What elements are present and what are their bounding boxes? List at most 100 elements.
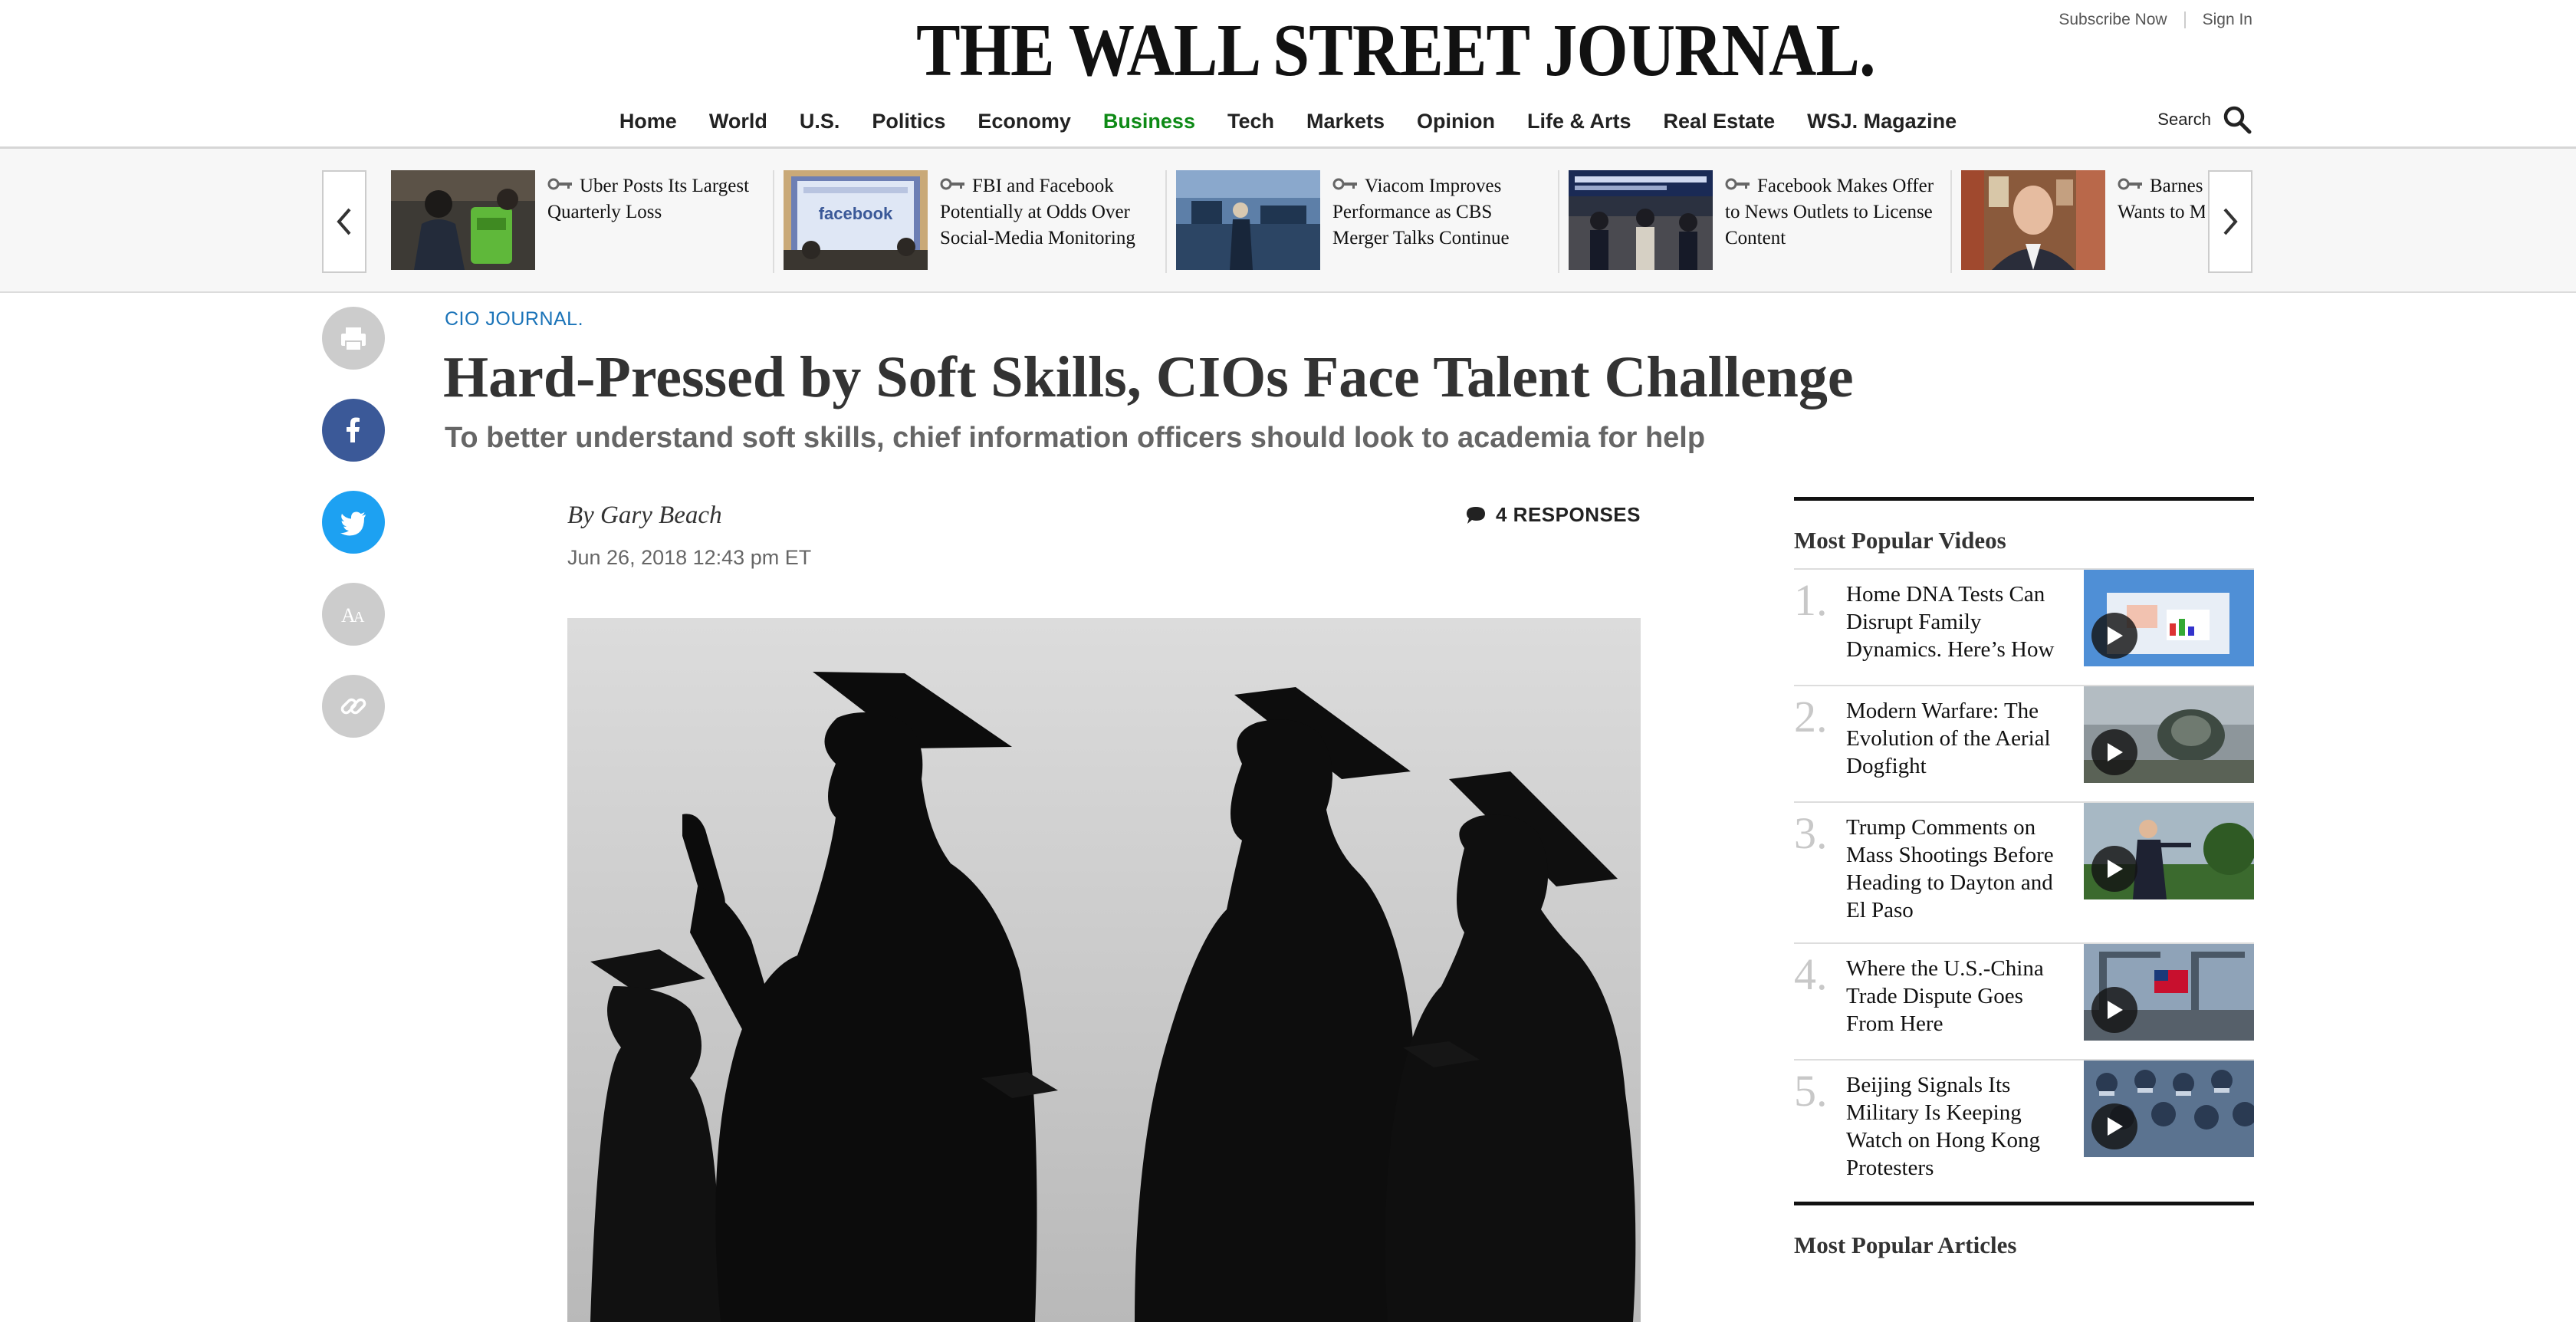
carousel-card[interactable]: Barnes & Noble CEO Wants to Make Your Lo… [1952,170,2205,273]
video-rank: 5. [1794,1066,1828,1116]
video-title[interactable]: Where the U.S.-China Trade Dispute Goes … [1846,952,2076,1053]
copy-link-button[interactable] [322,675,385,738]
chevron-left-icon [337,208,351,235]
facebook-hearing-photo: facebook [784,170,928,270]
nav-life-arts[interactable]: Life & Arts [1511,110,1648,133]
play-icon [2108,743,2123,761]
video-rank: 3. [1794,808,1828,858]
carousel-card-text: Barnes & Noble CEO Wants to Make Your Lo… [2118,170,2205,273]
video-title[interactable]: Trump Comments on Mass Shootings Before … [1846,811,2076,936]
nav-us[interactable]: U.S. [784,110,856,133]
headline-carousel: Uber Posts Its Largest Quarterly Loss fa… [0,149,2576,293]
wsj-logo[interactable]: THE WALL STREET JOURNAL. [916,6,1875,95]
responses-link[interactable]: 4 RESPONSES [1465,503,1641,527]
carousel-card-title: Viacom Improves Performance as CBS Merge… [1332,176,1510,248]
twitter-share-button[interactable] [322,491,385,554]
video-rank: 4. [1794,949,1828,999]
responses-count: 4 RESPONSES [1495,503,1641,526]
play-button[interactable] [2091,1103,2137,1149]
video-title[interactable]: Modern Warfare: The Evolution of the Aer… [1846,694,2076,795]
subscriber-key-icon [1725,178,1750,190]
video-thumbnail[interactable] [2084,944,2254,1041]
carousel-cards: Uber Posts Its Largest Quarterly Loss fa… [382,170,2205,273]
video-rank: 2. [1794,692,1828,742]
stock-exchange-photo [1176,170,1320,270]
play-button[interactable] [2091,987,2137,1033]
subscribe-link[interactable]: Subscribe Now [2058,11,2167,29]
facebook-share-button[interactable] [322,399,385,462]
most-popular-sidebar: Most Popular Videos 1. Home DNA Tests Ca… [1794,497,2254,1273]
video-title[interactable]: Beijing Signals Its Military Is Keeping … [1846,1068,2076,1194]
divider [1794,1202,2254,1205]
svg-text:A: A [353,609,365,626]
play-icon [2108,1001,2123,1019]
play-icon [2108,1117,2123,1136]
article-byline[interactable]: By Gary Beach [567,502,722,530]
nav-home[interactable]: Home [603,110,693,133]
nav-business[interactable]: Business [1087,110,1211,133]
article-dek: To better understand soft skills, chief … [445,422,1706,454]
nav-real-estate[interactable]: Real Estate [1648,110,1792,133]
search-icon [2223,106,2252,134]
video-item[interactable]: 5. Beijing Signals Its Military Is Keepi… [1794,1059,2254,1194]
newsroom-photo [1569,170,1713,270]
video-rank: 1. [1794,575,1828,625]
utility-links: Subscribe Now Sign In [2058,11,2252,29]
sign-in-link[interactable]: Sign In [2203,11,2252,29]
most-popular-articles-title: Most Popular Articles [1794,1232,2017,1258]
nav-wsj-magazine[interactable]: WSJ. Magazine [1791,110,1973,133]
nav-markets[interactable]: Markets [1290,110,1401,133]
play-button[interactable] [2091,613,2137,659]
carousel-prev-button[interactable] [322,170,366,273]
video-item[interactable]: 2. Modern Warfare: The Evolution of the … [1794,685,2254,795]
subscriber-key-icon [940,178,964,190]
svg-text:facebook: facebook [819,204,893,223]
carousel-card[interactable]: Uber Posts Its Largest Quarterly Loss [382,170,774,273]
uber-eats-photo [391,170,535,270]
video-title[interactable]: Home DNA Tests Can Disrupt Family Dynami… [1846,577,2076,679]
section-kicker[interactable]: CIO JOURNAL. [445,308,583,330]
twitter-icon [340,511,366,536]
video-thumbnail[interactable] [2084,803,2254,899]
carousel-card[interactable]: Viacom Improves Performance as CBS Merge… [1167,170,1559,273]
ceo-portrait-photo [1961,170,2105,270]
divider [2183,12,2186,28]
print-button[interactable] [322,307,385,370]
carousel-next-button[interactable] [2208,170,2252,273]
video-thumbnail[interactable] [2084,570,2254,666]
chevron-right-icon [2223,208,2238,235]
carousel-card-title: Facebook Makes Offer to News Outlets to … [1725,176,1934,248]
video-thumbnail[interactable] [2084,1061,2254,1157]
play-icon [2108,626,2123,645]
carousel-card[interactable]: Facebook Makes Offer to News Outlets to … [1559,170,1952,273]
carousel-card-title: Uber Posts Its Largest Quarterly Loss [547,176,750,222]
play-icon [2108,860,2123,878]
subscriber-key-icon [547,178,572,190]
subscriber-key-icon [2118,178,2142,190]
video-thumbnail[interactable] [2084,686,2254,783]
video-item[interactable]: 3. Trump Comments on Mass Shootings Befo… [1794,801,2254,936]
video-item[interactable]: 4. Where the U.S.-China Trade Dispute Go… [1794,942,2254,1053]
carousel-card[interactable]: facebook FBI and Facebook Potentially at… [774,170,1167,273]
video-item[interactable]: 1. Home DNA Tests Can Disrupt Family Dyn… [1794,568,2254,679]
link-icon [340,698,366,715]
carousel-card-text: FBI and Facebook Potentially at Odds Ove… [940,170,1158,273]
carousel-card-text: Facebook Makes Offer to News Outlets to … [1725,170,1943,273]
facebook-icon [347,417,360,442]
nav-politics[interactable]: Politics [856,110,961,133]
nav-opinion[interactable]: Opinion [1401,110,1511,133]
text-size-button[interactable]: A A [322,583,385,646]
nav-tech[interactable]: Tech [1211,110,1290,133]
article-headline: Hard-Pressed by Soft Skills, CIOs Face T… [443,345,1854,409]
search-button[interactable]: Search [2157,104,2252,135]
carousel-card-text: Viacom Improves Performance as CBS Merge… [1332,170,1550,273]
play-button[interactable] [2091,729,2137,775]
carousel-card-text: Uber Posts Its Largest Quarterly Loss [547,170,765,273]
play-button[interactable] [2091,846,2137,892]
nav-economy[interactable]: Economy [961,110,1087,133]
print-icon [341,327,366,351]
subscriber-key-icon [1332,178,1357,190]
search-label: Search [2157,110,2211,129]
nav-world[interactable]: World [693,110,784,133]
speech-bubble-icon [1466,506,1485,524]
